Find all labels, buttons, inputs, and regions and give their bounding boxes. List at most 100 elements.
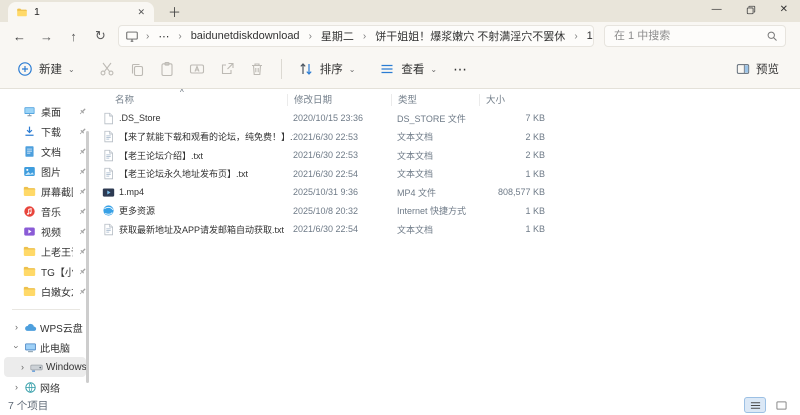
- navigation-pane: 桌面下载文档图片屏幕截图音乐视频上老王论坛当 TG【小械维反白嫩女友终于 › WPS…: [0, 89, 90, 395]
- explorer-tab[interactable]: 1 ✕: [8, 2, 154, 22]
- breadcrumb-segment[interactable]: 1: [585, 30, 593, 42]
- file-name-text: 更多资源: [119, 206, 156, 217]
- titlebar: 1 ✕ ＋ — ✕: [0, 0, 800, 22]
- tree-expander-icon[interactable]: ›: [12, 382, 21, 392]
- file-explorer-window: 1 ✕ ＋ — ✕ ← → ↑ ↻ › ⋯ › baidunetdiskdownloa…: [0, 0, 800, 415]
- column-header-type[interactable]: 类型: [391, 92, 485, 106]
- file-date: 2025/10/31 9:36: [293, 187, 359, 198]
- cut-button[interactable]: [92, 56, 122, 82]
- preview-pane-icon: [736, 62, 750, 76]
- rename-icon: [189, 61, 205, 77]
- file-row[interactable]: 更多资源 2025/10/8 20:32 Internet 快捷方式 1 KB: [90, 202, 800, 221]
- sidebar-item-documents[interactable]: 文档: [0, 141, 90, 161]
- file-name: 1.mp4: [102, 186, 293, 199]
- column-header-size[interactable]: 大小: [479, 92, 545, 106]
- file-size: 7 KB: [525, 113, 545, 124]
- text-file-icon: [102, 130, 115, 143]
- view-button[interactable]: 查看 ⌄: [372, 56, 444, 82]
- text-file-icon: [102, 149, 115, 162]
- folder-icon: [23, 185, 36, 198]
- sidebar-item-desktop[interactable]: 桌面: [0, 101, 90, 121]
- sidebar-item-this-pc[interactable]: › 此电脑: [4, 337, 86, 357]
- cut-icon: [99, 61, 115, 77]
- tab-title: 1: [34, 6, 40, 18]
- sidebar-item-downloads[interactable]: 下载: [0, 121, 90, 141]
- sidebar-item-tg-folder[interactable]: TG【小械维反: [0, 261, 90, 281]
- breadcrumb-overflow-button[interactable]: ⋯: [156, 30, 171, 43]
- column-header-date[interactable]: 修改日期: [287, 92, 397, 106]
- sidebar-item-windows-ssd[interactable]: › Windows-SSD: [4, 357, 86, 377]
- file-name: .DS_Store: [102, 112, 293, 125]
- sidebar-item-bainen-folder[interactable]: 白嫩女友终于: [0, 281, 90, 301]
- sidebar-item-wps-cloud[interactable]: › WPS云盘: [4, 317, 86, 337]
- tree-expander-icon[interactable]: ›: [12, 343, 22, 352]
- sidebar-item-label: WPS云盘: [40, 323, 83, 335]
- chevron-down-icon: ⌄: [430, 64, 438, 74]
- details-view-button[interactable]: [744, 397, 766, 413]
- text-file-icon: [102, 167, 115, 180]
- sidebar-scrollbar[interactable]: [86, 131, 89, 383]
- file-name: 更多资源: [102, 204, 293, 217]
- copy-button[interactable]: [122, 56, 152, 82]
- sidebar-item-network[interactable]: › 网络: [4, 377, 86, 397]
- thumbnails-view-button[interactable]: [770, 397, 792, 413]
- file-row[interactable]: 【老王论坛永久地址发布页】.txt 2021/6/30 22:54 文本文档 1 KB: [90, 165, 800, 184]
- paste-button[interactable]: [152, 56, 182, 82]
- refresh-button[interactable]: ↻: [87, 28, 114, 44]
- sidebar-item-videos[interactable]: 视频: [0, 221, 90, 241]
- details-view-icon: [749, 400, 762, 411]
- minimize-button[interactable]: —: [712, 5, 722, 15]
- toolbar-divider: [280, 59, 282, 79]
- breadcrumb-segment[interactable]: baidunetdiskdownload: [189, 30, 302, 42]
- up-button[interactable]: ↑: [60, 29, 87, 44]
- new-button[interactable]: 新建 ⌄: [10, 56, 82, 82]
- tab-close-icon[interactable]: ✕: [134, 6, 148, 19]
- share-button[interactable]: [212, 56, 242, 82]
- file-row[interactable]: 【老王论坛介绍】.txt 2021/6/30 22:53 文本文档 2 KB: [90, 146, 800, 165]
- sidebar-item-laowang-forum[interactable]: 上老王论坛当: [0, 241, 90, 261]
- sidebar-item-music[interactable]: 音乐: [0, 201, 90, 221]
- item-count: 7 个项目: [8, 399, 49, 412]
- sort-button[interactable]: 排序 ⌄: [291, 56, 363, 82]
- file-list: 名称 ^ 修改日期 类型 大小 .DS_Store 2020/10/15 23:3…: [90, 89, 800, 395]
- breadcrumb-segment[interactable]: 星期二: [319, 28, 356, 44]
- file-name: 【来了就能下载和观看的论坛，纯免费！】.txt: [102, 130, 293, 143]
- rename-button[interactable]: [182, 56, 212, 82]
- file-row[interactable]: 【来了就能下载和观看的论坛，纯免费！】.txt 2021/6/30 22:53 文本…: [90, 128, 800, 147]
- main-area: 桌面下载文档图片屏幕截图音乐视频上老王论坛当 TG【小械维反白嫩女友终于 › WPS…: [0, 89, 800, 395]
- file-name-text: 1.mp4: [119, 187, 145, 198]
- file-row[interactable]: 1.mp4 2025/10/31 9:36 MP4 文件 808,577 KB: [90, 183, 800, 202]
- network-icon: [24, 381, 37, 394]
- tree-expander-icon[interactable]: ›: [12, 322, 21, 332]
- file-name-text: 获取最新地址及APP请发邮箱自动获取.txt: [119, 224, 285, 235]
- close-button[interactable]: ✕: [780, 5, 788, 15]
- restore-button[interactable]: [746, 5, 756, 15]
- sidebar-item-label: 网络: [40, 383, 60, 395]
- sidebar-item-pictures[interactable]: 图片: [0, 161, 90, 181]
- file-size: 808,577 KB: [497, 187, 545, 198]
- sidebar-item-label: 白嫩女友终于: [41, 287, 73, 299]
- column-header-name[interactable]: 名称 ^: [102, 89, 293, 106]
- new-tab-button[interactable]: ＋: [168, 6, 181, 19]
- tree-expander-icon[interactable]: ›: [18, 362, 27, 372]
- back-button[interactable]: ←: [6, 29, 33, 44]
- more-options-button[interactable]: ⋯: [444, 61, 477, 78]
- sidebar-item-label: 文档: [41, 147, 61, 159]
- sidebar-item-screenshots[interactable]: 屏幕截图: [0, 181, 90, 201]
- file-name: 获取最新地址及APP请发邮箱自动获取.txt: [102, 223, 293, 236]
- sidebar-item-label: 桌面: [41, 107, 61, 119]
- breadcrumb-segment[interactable]: 饼干姐姐！爆浆嫩穴 不射满淫穴不罢休: [373, 28, 567, 44]
- file-name-text: 【老王论坛介绍】.txt: [119, 150, 204, 161]
- file-size: 1 KB: [525, 205, 545, 216]
- file-type: 文本文档: [397, 224, 434, 235]
- delete-button[interactable]: [242, 56, 272, 82]
- new-plus-icon: [17, 61, 33, 77]
- sidebar-item-label: 视频: [41, 227, 61, 239]
- cloud-icon: [24, 321, 37, 334]
- search-input[interactable]: [612, 29, 766, 43]
- file-row[interactable]: .DS_Store 2020/10/15 23:36 DS_STORE 文件 7 KB: [90, 109, 800, 128]
- file-size: 2 KB: [525, 131, 545, 142]
- preview-button[interactable]: 预览: [729, 56, 786, 82]
- forward-button[interactable]: →: [33, 29, 60, 44]
- file-row[interactable]: 获取最新地址及APP请发邮箱自动获取.txt 2021/6/30 22:54 文本文…: [90, 220, 800, 239]
